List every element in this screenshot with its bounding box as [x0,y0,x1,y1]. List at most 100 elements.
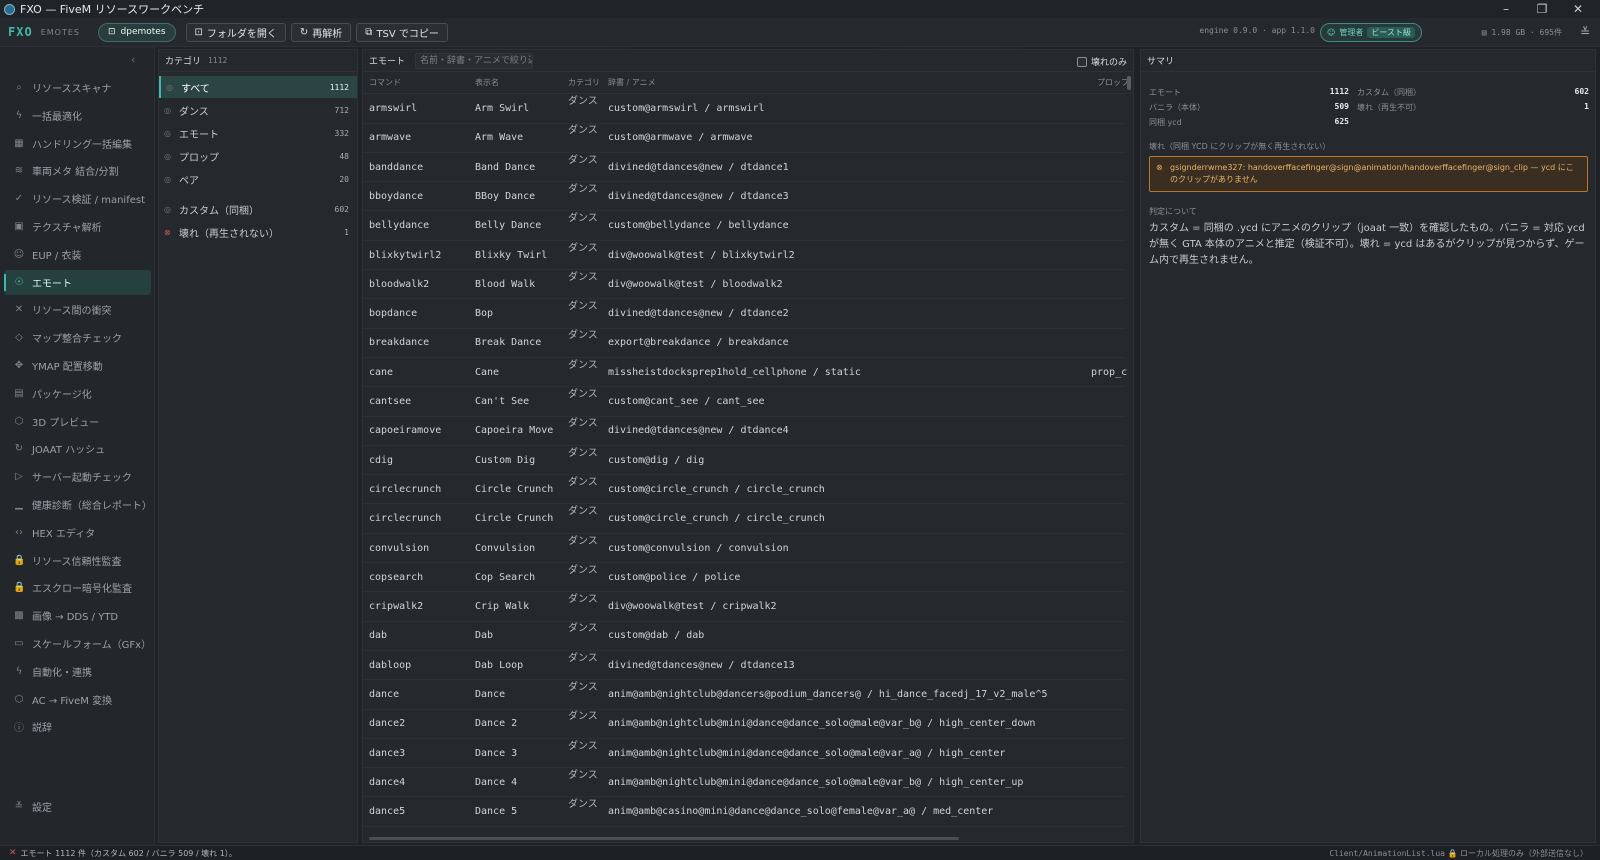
cell-display-name: Cane [475,366,500,378]
sidebar-item-17[interactable]: ‹› HEX エディタ [4,520,151,545]
sidebar-item-10[interactable]: ◇ マップ整合チェック [4,325,151,350]
sidebar-item-20[interactable]: ▩ 画像 → DDS / YTD [4,603,151,628]
sidebar-item-settings[interactable]: ≚ 設定 [4,794,151,819]
sidebar-item-2[interactable]: ϟ 一括最適化 [4,103,151,128]
resource-selector[interactable]: ⊡ dpemotes [97,22,176,42]
sidebar-item-1[interactable]: ⌕ リソーススキャナ [4,75,151,100]
sidebar-item-14[interactable]: ↻ JOAAT ハッシュ [4,436,151,461]
sidebar-item-16[interactable]: ▁ 健康診断（総合レポート） [4,492,152,517]
settings-sliders-icon[interactable]: ≚ [1580,25,1590,39]
table-row[interactable]: armswirl Arm Swirl ダンス custom@armswirl / ar… [363,94,1125,124]
category-item[interactable]: ◎ カスタム（同梱） 602 [159,198,357,220]
category-item[interactable]: ◎ プロップ 48 [159,145,357,167]
sidebar-item-24[interactable]: ⓘ 説辞 [4,714,151,739]
disk-usage: ▤ 1.98 GB · 695件 [1482,27,1562,38]
column-header-dict-anim[interactable]: 辞書 / アニメ [608,77,1088,88]
sidebar-item-21[interactable]: ▭ スケールフォーム（GFx） [4,631,151,656]
sidebar-item-11[interactable]: ✥ YMAP 配置移動 [4,353,151,378]
disk-icon: ▤ [1481,28,1492,37]
table-row[interactable]: dance4 Dance 4 ダンス anim@amb@nightclub@mini@… [363,768,1125,798]
column-header-category[interactable]: カテゴリ [568,77,603,88]
module-name: EMOTES [40,27,80,37]
cell-dict-anim: custom@dab / dab [608,630,705,642]
table-row[interactable]: dance2 Dance 2 ダンス anim@amb@nightclub@mini@… [363,709,1125,739]
table-row[interactable]: dance3 Dance 3 ダンス anim@amb@nightclub@mini@… [363,739,1125,769]
filter-input[interactable] [415,52,534,69]
admin-badge[interactable]: ☺ 管理者 ビースト級 [1320,23,1422,42]
category-count: 712 [334,105,349,115]
cell-command: bloodwalk2 [369,278,430,290]
table-row[interactable]: bellydance Belly Dance ダンス custom@bellydanc… [363,211,1125,241]
cell-command: circlecrunch [369,483,442,495]
table-row[interactable]: dabloop Dab Loop ダンス divined@tdances@new / … [363,651,1125,681]
sidebar-item-19[interactable]: 🔒 エスクロー暗号化監査 [4,575,151,600]
cell-display-name: Cop Search [475,571,536,583]
table-row[interactable]: dab Dab ダンス custom@dab / dab [363,621,1125,651]
sidebar-item-4[interactable]: ≋ 車両メタ 結合/分割 [4,158,151,183]
table-row[interactable]: bopdance Bop ダンス divined@tdances@new / dtda… [363,299,1125,329]
copy-tsv-button[interactable]: ⧉ TSV でコピー [356,22,448,42]
table-row[interactable]: breakdance Break Dance ダンス export@breakdanc… [363,328,1125,358]
horizontal-scrollbar[interactable] [369,837,959,840]
sidebar-item-label: リソーススキャナ [32,84,112,95]
checker-icon: ▩ [14,610,24,622]
table-row[interactable]: capoeiramove Capoeira Move ダンス divined@tdan… [363,416,1125,446]
broken-only-checkbox[interactable] [1076,56,1087,67]
column-header-command[interactable]: コマンド [369,77,469,88]
sidebar-item-18[interactable]: 🔒 リソース信頼性監査 [4,548,151,573]
table-row[interactable]: cripwalk2 Crip Walk ダンス div@woowalk@test / … [363,592,1125,622]
sidebar-item-3[interactable]: ▦ ハンドリング一括編集 [4,131,151,156]
cell-category: ダンス [568,242,598,254]
table-row[interactable]: circlecrunch Circle Crunch ダンス custom@circl… [363,504,1125,534]
resource-name: dpemotes [120,27,166,37]
table-row[interactable]: bloodwalk2 Blood Walk ダンス div@woowalk@test … [363,270,1125,300]
category-item[interactable]: ⊗ 壊れ（再生されない） 1 [159,221,357,243]
sidebar-item-9[interactable]: ✕ リソース間の衝突 [4,297,151,322]
column-header-prop[interactable]: プロップ [1091,77,1129,88]
category-item[interactable]: ◎ ペア 20 [159,168,357,190]
table-row[interactable]: cdig Custom Dig ダンス custom@dig / dig [363,446,1125,476]
column-header-display-name[interactable]: 表示名 [475,77,563,88]
category-dot-icon: ◎ [164,204,171,214]
table-row[interactable]: dance Dance ダンス anim@amb@nightclub@dancers@… [363,680,1125,710]
category-item[interactable]: ◎ ダンス 712 [159,99,357,121]
table-row[interactable]: cantsee Can't See ダンス custom@cant_see / can… [363,387,1125,417]
collapse-sidebar-icon[interactable]: ‹ [131,53,135,66]
cell-command: breakdance [369,337,430,349]
folder-open-icon: ⊡ [194,26,203,38]
cell-command: dance [369,689,400,700]
open-folder-button[interactable]: ⊡ フォルダを開く [185,22,286,42]
table-row[interactable]: banddance Band Dance ダンス divined@tdances@ne… [363,153,1125,183]
table-row[interactable]: circlecrunch Circle Crunch ダンス custom@circl… [363,475,1125,505]
sidebar-item-5[interactable]: ✓ リソース検証 / manifest [4,186,151,211]
sidebar-item-23[interactable]: ⬡ AC → FiveM 変換 [4,687,151,712]
vertical-scrollbar[interactable] [1127,76,1131,90]
cell-command: cantsee [369,396,412,407]
cell-dict-anim: custom@armwave / armwave [608,132,753,144]
sidebar-item-6[interactable]: ▣ テクスチャ解析 [4,214,151,239]
sidebar-item-13[interactable]: ⬡ 3D プレビュー [4,409,151,434]
sidebar-item-22[interactable]: ϟ 自動化・連携 [4,659,151,684]
cell-category: ダンス [568,476,598,488]
sidebar-item-8[interactable]: ☉ エモート [4,269,151,295]
sidebar-item-15[interactable]: ▷ サーバー起動チェック [4,464,151,489]
table-row[interactable]: copsearch Cop Search ダンス custom@police / po… [363,563,1125,593]
stat-label: バニラ（本体） [1149,103,1205,112]
minimize-button[interactable]: – [1488,0,1524,18]
sidebar-item-7[interactable]: ☺ EUP / 衣装 [4,242,151,267]
maximize-button[interactable]: ❐ [1524,0,1560,18]
table-row[interactable]: blixkytwirl2 Blixky Twirl ダンス div@woowalk@t… [363,241,1125,270]
cell-command: dabloop [369,659,412,671]
table-row[interactable]: armwave Arm Wave ダンス custom@armwave / armwa… [363,123,1125,153]
reanalyze-button[interactable]: ↻ 再解析 [290,22,352,42]
table-row[interactable]: bboydance BBoy Dance ダンス divined@tdances@ne… [363,182,1125,212]
category-item[interactable]: ◎ エモート 332 [159,122,357,144]
table-row[interactable]: cane Cane ダンス missheistdocksprep1hold_cellp… [363,358,1127,388]
table-row[interactable]: dance5 Dance 5 ダンス anim@amb@casino@mini@dan… [363,797,1125,827]
close-button[interactable]: ✕ [1560,0,1596,18]
cell-category: ダンス [568,447,598,459]
table-row[interactable]: convulsion Convulsion ダンス custom@convulsion… [363,534,1125,563]
sidebar-item-12[interactable]: ▤ パッケージ化 [4,381,151,406]
category-item[interactable]: ◎ すべて 1112 [159,76,357,98]
broken-only-toggle[interactable]: 壊れのみ [1076,55,1127,68]
